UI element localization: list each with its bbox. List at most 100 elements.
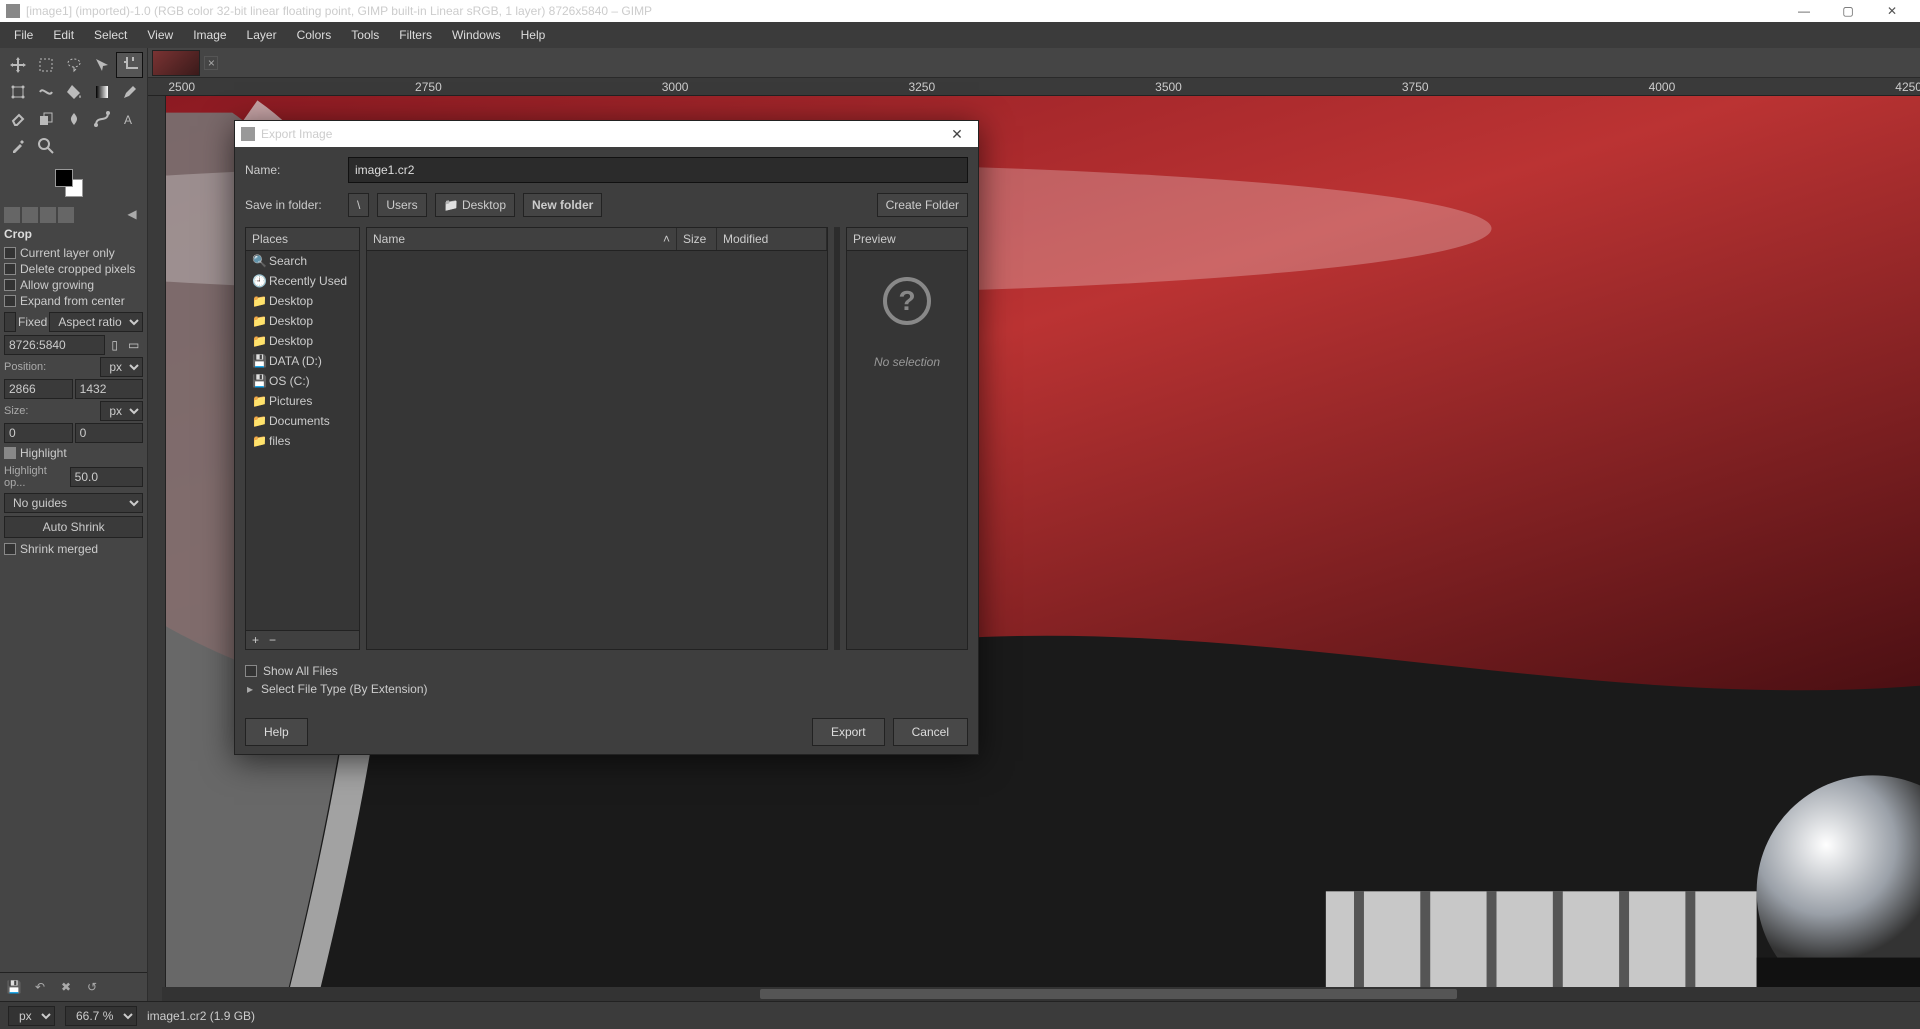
image-tab[interactable] xyxy=(152,50,200,76)
color-swatches[interactable] xyxy=(0,163,147,203)
opt-highlight[interactable]: Highlight xyxy=(4,445,143,461)
opt-expand-center[interactable]: Expand from center xyxy=(4,293,143,309)
place-search[interactable]: 🔍Search xyxy=(246,251,359,271)
show-all-files-check[interactable]: Show All Files xyxy=(245,662,968,680)
remove-bookmark-icon[interactable]: − xyxy=(269,633,276,647)
tool-zoom[interactable] xyxy=(32,133,59,159)
opt-ratio-input[interactable] xyxy=(4,335,105,355)
pos-y-input[interactable] xyxy=(75,379,144,399)
menu-tools[interactable]: Tools xyxy=(341,24,389,46)
tool-pencil[interactable] xyxy=(116,79,143,105)
tool-options-panel: ◀ Crop Current layer only Delete cropped… xyxy=(0,203,147,972)
save-options-icon[interactable]: 💾 xyxy=(6,979,22,995)
image-tab-close[interactable]: × xyxy=(204,56,218,70)
tool-bucket[interactable] xyxy=(60,79,87,105)
place-documents[interactable]: 📁Documents xyxy=(246,411,359,431)
guides-select[interactable]: No guides xyxy=(4,493,143,513)
opt-delete-cropped[interactable]: Delete cropped pixels xyxy=(4,261,143,277)
place-pictures[interactable]: 📁Pictures xyxy=(246,391,359,411)
tool-gradient[interactable] xyxy=(88,79,115,105)
tool-smudge[interactable] xyxy=(60,106,87,132)
menu-layer[interactable]: Layer xyxy=(237,24,287,46)
opt-allow-growing[interactable]: Allow growing xyxy=(4,277,143,293)
portrait-icon[interactable]: ▯ xyxy=(107,338,122,352)
pos-x-input[interactable] xyxy=(4,379,73,399)
export-button[interactable]: Export xyxy=(812,718,885,746)
filename-input[interactable] xyxy=(348,157,968,183)
menu-image[interactable]: Image xyxy=(183,24,236,46)
auto-shrink-button[interactable]: Auto Shrink xyxy=(4,516,143,538)
menu-colors[interactable]: Colors xyxy=(287,24,342,46)
tool-move[interactable] xyxy=(4,52,31,78)
opt-fixed-label: Fixed xyxy=(18,315,47,329)
place-desktop1[interactable]: 📁Desktop xyxy=(246,291,359,311)
menu-windows[interactable]: Windows xyxy=(442,24,511,46)
opt-shrink-merged[interactable]: Shrink merged xyxy=(4,541,143,557)
window-maximize-button[interactable]: ▢ xyxy=(1826,0,1870,22)
app-icon xyxy=(6,4,20,18)
export-dialog: Export Image ✕ Name: Save in folder: \ U… xyxy=(234,120,979,755)
tool-free-select[interactable] xyxy=(60,52,87,78)
menu-select[interactable]: Select xyxy=(84,24,137,46)
restore-options-icon[interactable]: ↶ xyxy=(32,979,48,995)
tool-crop[interactable] xyxy=(116,52,143,78)
opt-fixed-select[interactable]: Aspect ratio xyxy=(49,312,143,332)
tool-eraser[interactable] xyxy=(4,106,31,132)
highlight-op-input[interactable] xyxy=(70,467,144,487)
reset-options-icon[interactable]: ↺ xyxy=(84,979,100,995)
tool-text[interactable]: A xyxy=(116,106,143,132)
place-files[interactable]: 📁files xyxy=(246,431,359,451)
tool-transform[interactable] xyxy=(4,79,31,105)
tool-clone[interactable] xyxy=(32,106,59,132)
opt-current-layer[interactable]: Current layer only xyxy=(4,245,143,261)
tool-warp[interactable] xyxy=(32,79,59,105)
tool-path[interactable] xyxy=(88,106,115,132)
place-recent[interactable]: 🕘Recently Used xyxy=(246,271,359,291)
size-y-input[interactable] xyxy=(75,423,144,443)
col-size[interactable]: Size xyxy=(677,228,717,250)
dialog-close-button[interactable]: ✕ xyxy=(942,126,972,143)
menu-edit[interactable]: Edit xyxy=(43,24,84,46)
tool-color-picker[interactable] xyxy=(4,133,31,159)
col-modified[interactable]: Modified xyxy=(717,228,827,250)
status-unit[interactable]: px xyxy=(8,1006,55,1026)
menu-help[interactable]: Help xyxy=(511,24,556,46)
size-label: Size: xyxy=(4,403,28,419)
landscape-icon[interactable]: ▭ xyxy=(124,338,143,352)
tool-rect-select[interactable] xyxy=(32,52,59,78)
scrollbar-h[interactable] xyxy=(162,987,1920,1001)
path-current[interactable]: New folder xyxy=(523,193,602,217)
cancel-button[interactable]: Cancel xyxy=(893,718,968,746)
place-desktop2[interactable]: 📁Desktop xyxy=(246,311,359,331)
foreground-color[interactable] xyxy=(55,169,73,187)
size-x-input[interactable] xyxy=(4,423,73,443)
tool-fuzzy-select[interactable] xyxy=(88,52,115,78)
dialog-title: Export Image xyxy=(261,127,332,141)
path-desktop[interactable]: Desktop xyxy=(435,193,515,217)
menu-view[interactable]: View xyxy=(137,24,183,46)
place-desktop3[interactable]: 📁Desktop xyxy=(246,331,359,351)
position-unit[interactable]: px xyxy=(100,357,143,377)
path-root[interactable]: \ xyxy=(348,193,369,217)
create-folder-button[interactable]: Create Folder xyxy=(877,193,968,217)
select-file-type-expander[interactable]: ▸Select File Type (By Extension) xyxy=(245,680,968,698)
menu-file[interactable]: File xyxy=(4,24,43,46)
filelist-scrollbar[interactable] xyxy=(834,227,840,650)
path-users[interactable]: Users xyxy=(377,193,426,217)
delete-options-icon[interactable]: ✖ xyxy=(58,979,74,995)
add-bookmark-icon[interactable]: + xyxy=(252,633,259,647)
place-os-c[interactable]: 💾OS (C:) xyxy=(246,371,359,391)
size-unit[interactable]: px xyxy=(100,401,143,421)
dialog-titlebar[interactable]: Export Image ✕ xyxy=(235,121,978,147)
window-close-button[interactable]: ✕ xyxy=(1870,0,1914,22)
menu-filters[interactable]: Filters xyxy=(389,24,442,46)
col-name[interactable]: Name˄ xyxy=(367,228,677,250)
window-minimize-button[interactable]: — xyxy=(1782,0,1826,22)
status-zoom[interactable]: 66.7 % xyxy=(65,1006,137,1026)
sort-asc-icon: ˄ xyxy=(663,232,670,246)
help-button[interactable]: Help xyxy=(245,718,308,746)
file-list[interactable]: Name˄ Size Modified xyxy=(366,227,828,650)
place-data-d[interactable]: 💾DATA (D:) xyxy=(246,351,359,371)
opt-fixed-check[interactable] xyxy=(4,311,16,333)
tool-options-tabs[interactable]: ◀ xyxy=(4,207,143,223)
